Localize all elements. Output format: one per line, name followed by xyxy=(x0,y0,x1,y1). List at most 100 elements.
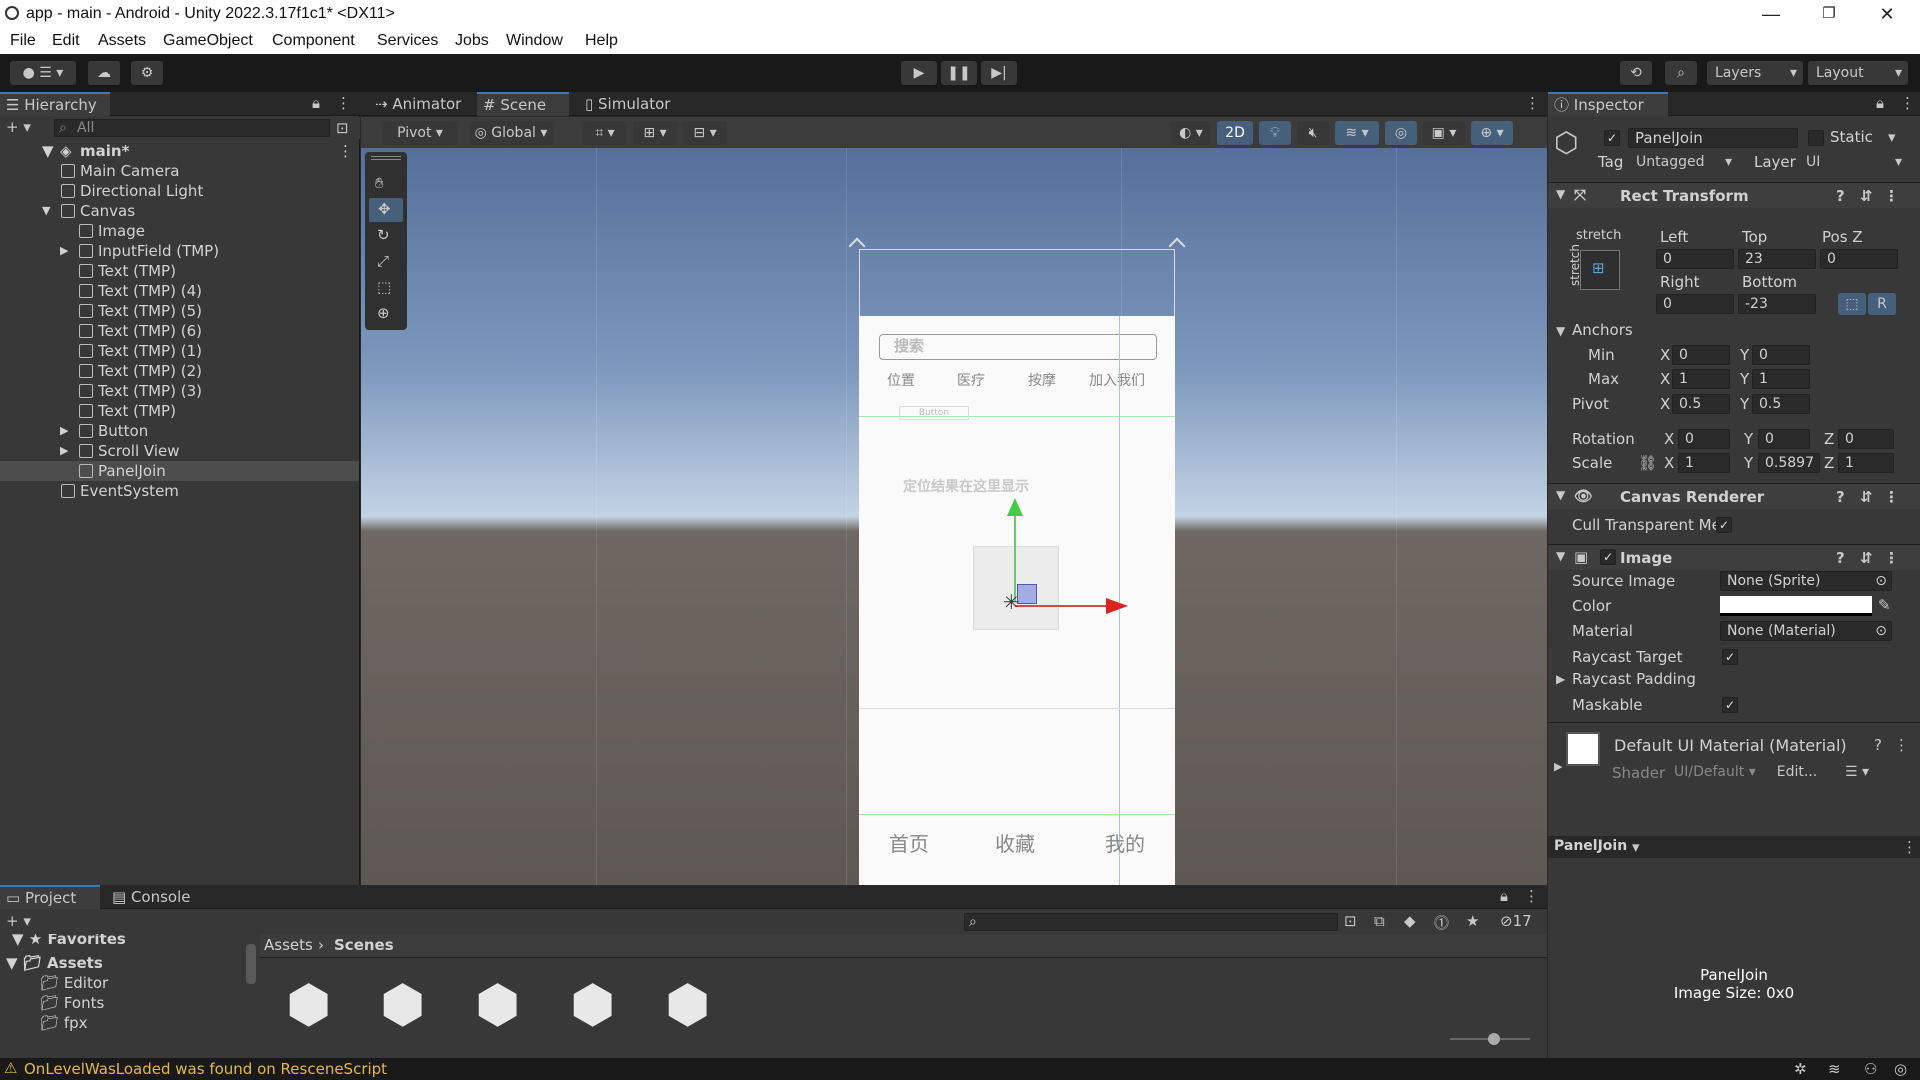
pivot-y-field[interactable]: 0.5 xyxy=(1752,394,1810,414)
more-icon[interactable]: ⋮ xyxy=(1884,187,1899,205)
image-component-header[interactable]: ▼ ▣ ✓ Image ? ⇵ ⋮ xyxy=(1548,544,1920,570)
status-message[interactable]: OnLevelWasLoaded was found on ResceneScr… xyxy=(24,1060,387,1078)
search-options-icon[interactable]: ⊡ xyxy=(336,119,349,137)
hierarchy-item[interactable]: ▶ Button xyxy=(0,421,359,441)
scale-tool-icon[interactable]: ⤢ xyxy=(377,252,389,270)
collapse-arrow-icon[interactable]: ▶ xyxy=(60,421,68,441)
hierarchy-item[interactable]: Text (TMP) xyxy=(0,261,359,281)
tag-dropdown[interactable]: Untagged ▾ xyxy=(1630,152,1738,172)
phone-button[interactable]: Button xyxy=(899,406,969,420)
hierarchy-item[interactable]: Text (TMP) (5) xyxy=(0,301,359,321)
draw-mode-button[interactable]: ◐ ▾ xyxy=(1171,121,1211,145)
increment-snap-button[interactable]: ⊟ ▾ xyxy=(683,121,727,145)
selected-rect[interactable] xyxy=(973,546,1059,630)
expand-arrow-icon[interactable]: ▶ xyxy=(1554,760,1562,773)
more-icon[interactable]: ⋮ xyxy=(336,94,351,112)
nav-join-us[interactable]: 加入我们 xyxy=(1089,370,1145,390)
hierarchy-item[interactable]: EventSystem xyxy=(0,481,359,501)
folder-editor[interactable]: 📁︎ Editor xyxy=(40,974,108,992)
restore-icon[interactable]: ❐ xyxy=(1800,0,1858,30)
lock-icon[interactable]: 🔒︎ xyxy=(1876,94,1884,112)
menu-services[interactable]: Services xyxy=(377,32,438,50)
assets-row[interactable]: ▼ 📁︎ Assets xyxy=(6,954,103,972)
rotate-tool-icon[interactable]: ↻ xyxy=(377,226,390,244)
warning-icon[interactable]: ⓵ xyxy=(1434,912,1449,933)
close-icon[interactable]: ✕ xyxy=(1858,0,1916,30)
hierarchy-item[interactable]: ▶ InputField (TMP) xyxy=(0,241,359,261)
cloud-button[interactable]: ☁ xyxy=(88,61,120,85)
breadcrumb-scenes[interactable]: Scenes xyxy=(334,936,394,954)
minimize-icon[interactable]: — xyxy=(1742,0,1800,30)
favorites-row[interactable]: ▼ ★ Favorites xyxy=(12,934,126,948)
chevron-down-icon[interactable]: ▾ xyxy=(1632,838,1640,856)
shader-dropdown[interactable]: UI/Default ▾ xyxy=(1668,762,1762,782)
source-image-field[interactable]: None (Sprite) ⊙ xyxy=(1720,571,1892,591)
anchor-presets-button[interactable]: ⊞ xyxy=(1580,250,1620,290)
unity-scene-icon[interactable]: ⬢ xyxy=(570,975,615,1035)
menu-gameobject[interactable]: GameObject xyxy=(163,32,253,50)
gizmos-button[interactable]: ⊕ ▾ xyxy=(1471,121,1513,145)
effects-button[interactable]: ≋ ▾ xyxy=(1335,121,1379,145)
active-checkbox[interactable]: ✓ xyxy=(1604,130,1620,146)
top-field[interactable]: 23 xyxy=(1738,249,1816,269)
hidden-packages-icon[interactable]: ⊘17 xyxy=(1500,912,1532,930)
global-dropdown[interactable]: ◎ Global ▾ xyxy=(469,121,553,145)
filter-icon[interactable]: ⧉ xyxy=(1374,912,1385,930)
tab-scene[interactable]: # Scene xyxy=(477,92,569,116)
search-by-type-icon[interactable]: ⊡ xyxy=(1344,912,1357,930)
hand-tool-icon[interactable]: ✋︎ xyxy=(375,174,384,192)
layer-dropdown[interactable]: UI ▾ xyxy=(1800,152,1908,172)
drag-handle-icon[interactable] xyxy=(371,156,401,160)
nav-massage[interactable]: 按摩 xyxy=(1028,370,1056,390)
menu-file[interactable]: File xyxy=(10,32,36,50)
lock-icon[interactable]: 🔒︎ xyxy=(1500,887,1508,905)
hierarchy-item[interactable]: Text (TMP) (1) xyxy=(0,341,359,361)
zoom-slider-handle[interactable] xyxy=(1488,1033,1500,1045)
help-icon[interactable]: ? xyxy=(1874,736,1882,754)
canvas-renderer-header[interactable]: ▼ 👁︎ Canvas Renderer ? ⇵ ⋮ xyxy=(1548,483,1920,509)
debug-icon[interactable]: ✲ xyxy=(1794,1060,1807,1078)
static-checkbox[interactable] xyxy=(1808,130,1824,146)
link-scale-icon[interactable]: ⛓ xyxy=(1638,454,1657,472)
scale-x-field[interactable]: 1 xyxy=(1678,453,1730,473)
tab-console[interactable]: ▤ Console xyxy=(106,885,206,909)
audio-button[interactable]: 🔇︎ xyxy=(1297,121,1329,145)
maskable-checkbox[interactable]: ✓ xyxy=(1722,697,1738,713)
hierarchy-item[interactable]: Text (TMP) (3) xyxy=(0,381,359,401)
scene-row[interactable]: ▼ ◈ main* ⋮ xyxy=(0,141,359,161)
pivot-x-field[interactable]: 0.5 xyxy=(1672,394,1730,414)
step-button[interactable]: ▶| xyxy=(981,61,1017,85)
gizmo-plane-handle[interactable] xyxy=(1017,584,1037,604)
folder-fonts[interactable]: 📁︎ Fonts xyxy=(40,994,104,1012)
rect-transform-header[interactable]: ▼ ⤧ Rect Transform ? ⇵ ⋮ xyxy=(1548,182,1920,208)
more-icon[interactable]: ⋮ xyxy=(338,141,353,161)
preview-dropdown[interactable]: PanelJoin xyxy=(1554,838,1627,854)
blueprint-mode-button[interactable]: ⬚ xyxy=(1838,293,1866,315)
collab-button[interactable]: ⚙ xyxy=(131,61,163,85)
camera-settings-button[interactable]: ▣ ▾ xyxy=(1423,121,1465,145)
lock-icon[interactable]: 🔒︎ xyxy=(312,94,320,112)
hierarchy-item[interactable]: ▼ Canvas xyxy=(0,201,359,221)
unity-scene-icon[interactable]: ⬢ xyxy=(380,975,425,1035)
preset-icon[interactable]: ⇵ xyxy=(1860,488,1873,506)
account-button[interactable]: ● ☰ ▾ xyxy=(10,61,76,85)
rotation-x-field[interactable]: 0 xyxy=(1678,429,1730,449)
star-icon[interactable]: ★ xyxy=(1466,912,1479,930)
breadcrumb-assets[interactable]: Assets xyxy=(264,936,313,954)
hierarchy-item[interactable]: Main Camera xyxy=(0,161,359,181)
preview-header[interactable]: PanelJoin ▾ ⋮ xyxy=(1548,836,1920,858)
scrollbar-thumb[interactable] xyxy=(246,944,256,984)
add-icon[interactable]: + ▾ xyxy=(6,118,31,136)
menu-jobs[interactable]: Jobs xyxy=(455,32,489,50)
rotation-z-field[interactable]: 0 xyxy=(1838,429,1894,449)
rect-tool-icon[interactable]: ⬚ xyxy=(377,278,391,296)
pause-button[interactable]: ❚❚ xyxy=(941,61,977,85)
grid-visibility-button[interactable]: ⊞ ▾ xyxy=(633,121,677,145)
progress-icon[interactable]: ◎ xyxy=(1894,1060,1907,1078)
label-icon[interactable]: ◆ xyxy=(1404,912,1416,930)
collapse-arrow-icon[interactable]: ▼ xyxy=(1556,324,1565,338)
tab-inspector[interactable]: ⓘ Inspector xyxy=(1548,92,1668,116)
collapse-arrow-icon[interactable]: ▶ xyxy=(60,241,68,261)
cache-icon[interactable]: ≋ xyxy=(1828,1060,1841,1078)
transform-tool-icon[interactable]: ⊕ xyxy=(377,304,390,322)
